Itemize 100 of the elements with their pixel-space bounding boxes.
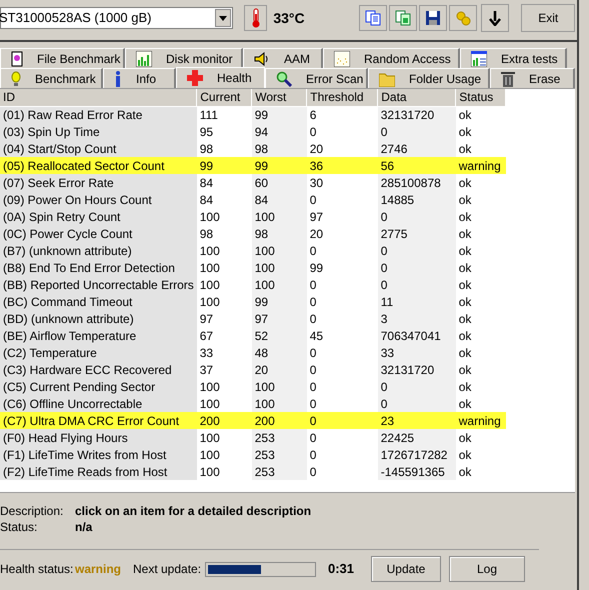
table-cell: 100 <box>252 276 307 293</box>
description-label: Description: <box>0 503 64 520</box>
tab[interactable]: AAM <box>243 48 323 68</box>
table-cell: 32131720 <box>378 361 456 378</box>
table-cell: 100 <box>196 395 252 412</box>
table-cell: 98 <box>252 225 307 242</box>
table-cell: ok <box>456 395 506 412</box>
table-cell: 111 <box>196 106 252 123</box>
table-cell: (C5) Current Pending Sector <box>0 378 197 395</box>
table-cell: (0C) Power Cycle Count <box>0 225 197 242</box>
table-cell: 0 <box>378 259 456 276</box>
trash-icon <box>501 70 515 86</box>
table-cell: 0 <box>378 208 456 225</box>
table-cell: 30 <box>306 174 378 191</box>
table-cell: 0 <box>378 123 456 140</box>
temperature-button[interactable] <box>244 5 268 31</box>
health-status-value: warning <box>75 561 122 578</box>
table-cell: 1726717282 <box>378 446 456 463</box>
column-header[interactable]: Current <box>196 89 252 106</box>
table-cell: (BB) Reported Uncorrectable Errors <box>0 276 197 293</box>
table-cell: 20 <box>306 140 378 157</box>
table-cell: (C7) Ultra DMA CRC Error Count <box>0 412 197 429</box>
table-cell: (04) Start/Stop Count <box>0 140 197 157</box>
table-cell: 3 <box>378 310 456 327</box>
table-cell: (C3) Hardware ECC Recovered <box>0 361 197 378</box>
info-icon <box>114 70 122 86</box>
table-cell: 0 <box>378 378 456 395</box>
description-text: click on an item for a detailed description <box>75 503 312 520</box>
table-cell: 0 <box>306 412 378 429</box>
table-cell: 6 <box>306 106 378 123</box>
table-cell: 14885 <box>378 191 456 208</box>
tab[interactable]: Erase <box>490 68 575 88</box>
file-icon <box>11 50 23 66</box>
magnifier-icon <box>276 70 292 86</box>
cross-icon <box>187 70 203 86</box>
table-cell: (03) Spin Up Time <box>0 123 197 140</box>
exit-button[interactable]: Exit <box>521 4 575 32</box>
table-cell: 285100878 <box>378 174 456 191</box>
table-cell: 253 <box>252 429 307 446</box>
table-cell: -145591365 <box>378 463 456 480</box>
table-cell: 22425 <box>378 429 456 446</box>
table-cell: 100 <box>252 259 307 276</box>
table-cell: 36 <box>306 157 378 174</box>
table-cell: 100 <box>252 378 307 395</box>
table-cell: 99 <box>196 157 252 174</box>
tab[interactable]: Health <box>176 67 265 88</box>
table-cell: 200 <box>196 412 252 429</box>
table-cell: warning <box>456 157 506 174</box>
table-cell: 98 <box>252 140 307 157</box>
save-icon[interactable] <box>418 5 447 31</box>
table-cell: ok <box>456 429 506 446</box>
tab[interactable]: Folder Usage <box>368 68 490 88</box>
table-cell: 56 <box>378 157 456 174</box>
health-status-label: Health status: <box>0 561 74 578</box>
column-header[interactable]: Status <box>456 89 506 106</box>
table-cell: 23 <box>378 412 456 429</box>
table-cell: 100 <box>252 395 307 412</box>
tab[interactable]: Random Access <box>323 48 460 68</box>
table-cell: (09) Power On Hours Count <box>0 191 197 208</box>
column-header[interactable]: Worst <box>252 89 307 106</box>
table-cell: 0 <box>306 429 378 446</box>
status-label: Status: <box>0 519 38 536</box>
tab[interactable]: Info <box>103 68 176 88</box>
copy-icon[interactable] <box>358 5 387 31</box>
copy-image-icon[interactable] <box>388 5 417 31</box>
thermometer-icon <box>250 8 261 28</box>
table-cell: 0 <box>306 395 378 412</box>
log-button[interactable]: Log <box>449 556 525 582</box>
table-cell: (B7) (unknown attribute) <box>0 242 197 259</box>
update-button[interactable]: Update <box>371 556 441 582</box>
bar-chart-icon <box>136 50 152 66</box>
table-cell: (05) Reallocated Sector Count <box>0 157 197 174</box>
table-cell: (C2) Temperature <box>0 344 197 361</box>
tab[interactable]: File Benchmark <box>0 48 125 68</box>
countdown-time: 0:31 <box>328 560 356 578</box>
table-cell: (0A) Spin Retry Count <box>0 208 197 225</box>
status-text: n/a <box>75 519 92 536</box>
tab[interactable]: Benchmark <box>0 68 103 88</box>
table-cell: 94 <box>252 123 307 140</box>
tab[interactable]: Disk monitor <box>125 48 243 68</box>
table-cell: 52 <box>252 327 307 344</box>
scatter-icon <box>334 50 350 66</box>
table-cell: 60 <box>252 174 307 191</box>
table-cell: 253 <box>252 446 307 463</box>
grid-chart-icon <box>471 50 487 66</box>
table-cell: 20 <box>252 361 307 378</box>
table-cell: 2746 <box>378 140 456 157</box>
table-cell: 100 <box>252 242 307 259</box>
column-header[interactable]: ID <box>0 89 197 106</box>
column-header[interactable]: Threshold <box>306 89 378 106</box>
tab[interactable]: Extra tests <box>460 48 567 68</box>
next-update-label: Next update: <box>133 561 202 578</box>
tab[interactable]: Error Scan <box>265 68 368 88</box>
table-cell: (07) Seek Error Rate <box>0 174 197 191</box>
column-header[interactable]: Data <box>378 89 456 106</box>
table-cell: warning <box>456 412 506 429</box>
table-cell: 84 <box>252 191 307 208</box>
table-cell: 84 <box>196 174 252 191</box>
table-cell: (F2) LifeTime Reads from Host <box>0 463 197 480</box>
table-cell: 2775 <box>378 225 456 242</box>
